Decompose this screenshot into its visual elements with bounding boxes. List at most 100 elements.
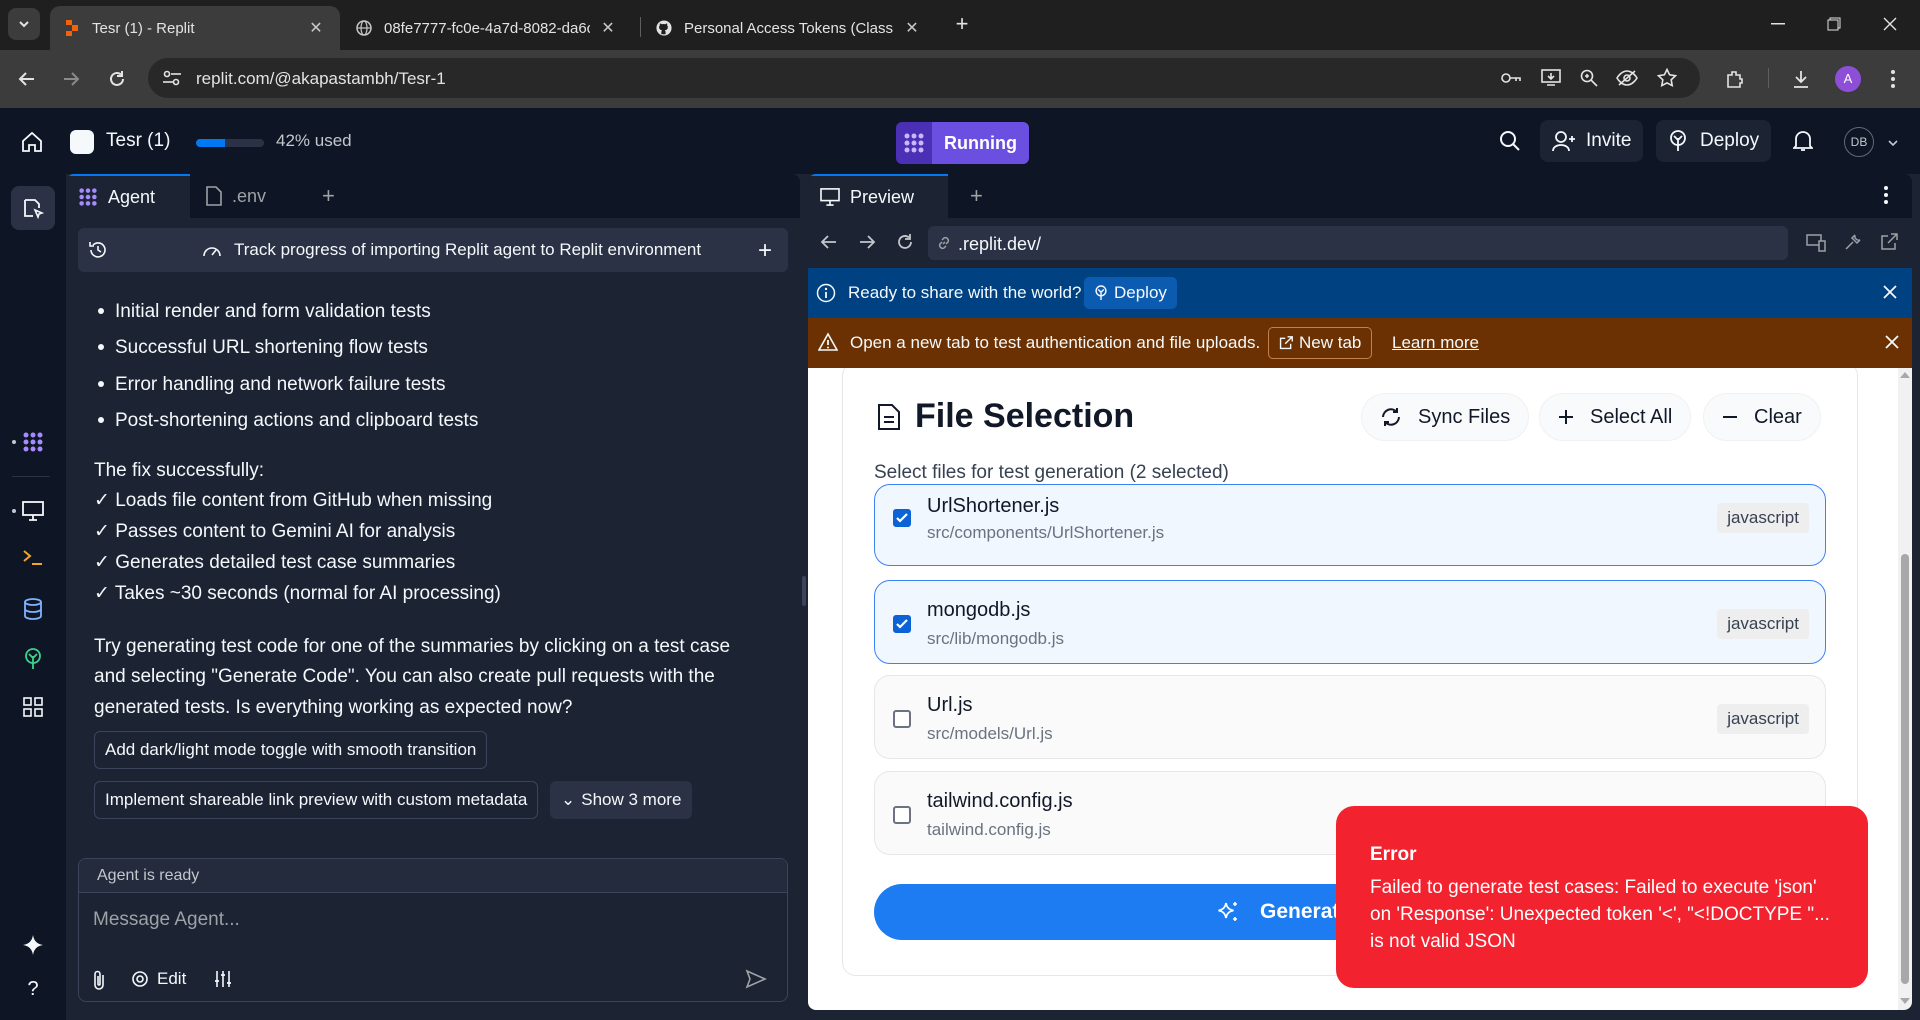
more-options-icon[interactable] bbox=[1884, 186, 1888, 209]
back-icon[interactable] bbox=[14, 66, 40, 92]
edit-mode-button[interactable]: Edit bbox=[131, 969, 186, 989]
file-path: src/lib/mongodb.js bbox=[927, 629, 1065, 648]
error-toast[interactable]: Error Failed to generate test cases: Fai… bbox=[1336, 806, 1868, 988]
preview-url-field[interactable]: .replit.dev/ bbox=[928, 226, 1788, 260]
devtools-wrench-icon[interactable] bbox=[1844, 233, 1862, 256]
file-checkbox[interactable] bbox=[893, 806, 911, 824]
scroll-down-arrow-icon[interactable] bbox=[1900, 998, 1910, 1004]
repl-name[interactable]: Tesr (1) bbox=[106, 130, 170, 152]
deployments-icon[interactable] bbox=[20, 646, 46, 672]
show-more-label: Show 3 more bbox=[581, 790, 682, 809]
user-avatar[interactable]: DB bbox=[1844, 127, 1874, 157]
devices-icon[interactable] bbox=[1806, 234, 1826, 257]
task-progress-bar[interactable]: Track progress of importing Replit agent… bbox=[78, 228, 788, 272]
sparkle-icon[interactable] bbox=[20, 932, 46, 958]
edit-label: Edit bbox=[157, 969, 187, 988]
bullet-dot bbox=[98, 417, 104, 423]
file-name: Url.js bbox=[927, 694, 973, 716]
file-tree-icon[interactable] bbox=[11, 186, 55, 230]
sync-files-button[interactable]: Sync Files bbox=[1361, 393, 1530, 441]
extensions-icon[interactable] bbox=[1722, 66, 1748, 92]
preview-monitor-icon[interactable] bbox=[20, 498, 46, 524]
running-button[interactable]: Running bbox=[932, 122, 1029, 164]
suggestion-button[interactable]: Add dark/light mode toggle with smooth t… bbox=[94, 731, 488, 769]
tab-search-button[interactable] bbox=[8, 8, 40, 40]
site-settings-icon[interactable] bbox=[162, 69, 182, 92]
bookmark-star-icon[interactable] bbox=[1656, 68, 1678, 88]
add-tab-button[interactable]: + bbox=[958, 174, 995, 218]
run-control[interactable]: Running bbox=[896, 122, 1029, 164]
invite-button[interactable]: Invite bbox=[1540, 120, 1644, 162]
zoom-icon[interactable] bbox=[1578, 68, 1600, 88]
file-row[interactable]: mongodb.js src/lib/mongodb.js javascript bbox=[874, 580, 1826, 664]
agent-panel-tabs: Agent .env + bbox=[66, 174, 800, 218]
panel-resize-handle[interactable] bbox=[802, 576, 806, 606]
close-tab-icon[interactable]: ✕ bbox=[306, 18, 326, 38]
message-input[interactable]: Message Agent... bbox=[93, 909, 240, 931]
minimize-icon[interactable] bbox=[1766, 12, 1790, 36]
new-tab-button[interactable]: New tab bbox=[1268, 327, 1373, 359]
close-tab-icon[interactable]: ✕ bbox=[902, 18, 922, 38]
clear-button[interactable]: Clear bbox=[1703, 393, 1821, 441]
restore-icon[interactable] bbox=[1822, 12, 1846, 36]
select-all-button[interactable]: Select All bbox=[1539, 393, 1692, 441]
browser-tab-replit[interactable]: Tesr (1) - Replit ✕ bbox=[50, 6, 340, 50]
home-icon[interactable] bbox=[20, 130, 44, 159]
file-checkbox[interactable] bbox=[893, 710, 911, 728]
browser-tab-uuid[interactable]: 08fe7777-fc0e-4a7d-8082-da6c ✕ bbox=[342, 6, 632, 50]
forward-icon[interactable] bbox=[858, 234, 876, 255]
address-bar[interactable]: replit.com/@akapastambh/Tesr-1 bbox=[148, 58, 1700, 98]
preview-scrollbar[interactable] bbox=[1898, 368, 1912, 1010]
forward-icon[interactable] bbox=[58, 66, 84, 92]
file-name: tailwind.config.js bbox=[927, 790, 1073, 812]
file-checkbox[interactable] bbox=[893, 615, 911, 633]
add-tab-button[interactable]: + bbox=[310, 174, 347, 218]
settings-sliders-icon[interactable] bbox=[213, 969, 233, 989]
tab-preview[interactable]: Preview bbox=[808, 174, 948, 218]
close-icon[interactable] bbox=[1880, 282, 1900, 302]
show-more-button[interactable]: ⌄ Show 3 more bbox=[550, 781, 693, 819]
repl-icon[interactable] bbox=[70, 130, 94, 154]
reload-icon[interactable] bbox=[104, 66, 130, 92]
search-icon[interactable] bbox=[1497, 128, 1523, 154]
file-row[interactable]: Url.js src/models/Url.js javascript bbox=[874, 675, 1826, 759]
history-icon[interactable] bbox=[88, 240, 108, 265]
chevron-down-icon: ⌄ bbox=[561, 790, 576, 809]
file-checkbox[interactable] bbox=[893, 509, 911, 527]
install-app-icon[interactable] bbox=[1540, 68, 1562, 88]
back-icon[interactable] bbox=[820, 234, 838, 255]
download-icon[interactable] bbox=[1788, 66, 1814, 92]
help-icon[interactable]: ? bbox=[20, 976, 46, 1002]
browser-tab-github[interactable]: Personal Access Tokens (Classic) ✕ bbox=[642, 6, 936, 50]
close-tab-icon[interactable]: ✕ bbox=[598, 18, 618, 38]
eye-off-icon[interactable] bbox=[1616, 68, 1638, 88]
close-icon[interactable] bbox=[1882, 332, 1902, 352]
profile-avatar[interactable]: A bbox=[1835, 66, 1861, 92]
add-task-icon[interactable]: + bbox=[758, 237, 772, 265]
tab-env[interactable]: .env bbox=[194, 174, 302, 218]
fix-item: ✓ Generates detailed test case summaries bbox=[94, 552, 456, 573]
new-tab-button[interactable]: + bbox=[948, 11, 976, 39]
deploy-button[interactable]: Deploy bbox=[1656, 120, 1772, 162]
attach-paperclip-icon[interactable] bbox=[91, 969, 107, 991]
deploy-icon bbox=[1668, 130, 1688, 152]
scroll-thumb[interactable] bbox=[1901, 554, 1909, 984]
all-tools-grid-icon[interactable] bbox=[20, 694, 46, 720]
scroll-up-arrow-icon[interactable] bbox=[1900, 372, 1910, 378]
open-external-icon[interactable] bbox=[1880, 233, 1898, 256]
browser-menu-icon[interactable] bbox=[1880, 66, 1906, 92]
key-icon[interactable] bbox=[1500, 68, 1522, 88]
learn-more-link[interactable]: Learn more bbox=[1392, 333, 1479, 353]
notifications-bell-icon[interactable] bbox=[1790, 128, 1816, 154]
chevron-down-icon[interactable] bbox=[1880, 130, 1906, 156]
agent-icon[interactable] bbox=[20, 429, 46, 455]
database-icon[interactable] bbox=[20, 596, 46, 622]
suggestion-button[interactable]: Implement shareable link preview with cu… bbox=[94, 781, 539, 819]
tab-agent[interactable]: Agent bbox=[66, 174, 190, 218]
reload-icon[interactable] bbox=[896, 233, 914, 256]
banner-deploy-button[interactable]: Deploy bbox=[1084, 277, 1177, 309]
file-row[interactable]: UrlShortener.js src/components/UrlShorte… bbox=[874, 484, 1826, 566]
close-window-icon[interactable] bbox=[1878, 12, 1902, 36]
shell-icon[interactable] bbox=[20, 544, 46, 570]
send-icon[interactable] bbox=[745, 969, 767, 989]
